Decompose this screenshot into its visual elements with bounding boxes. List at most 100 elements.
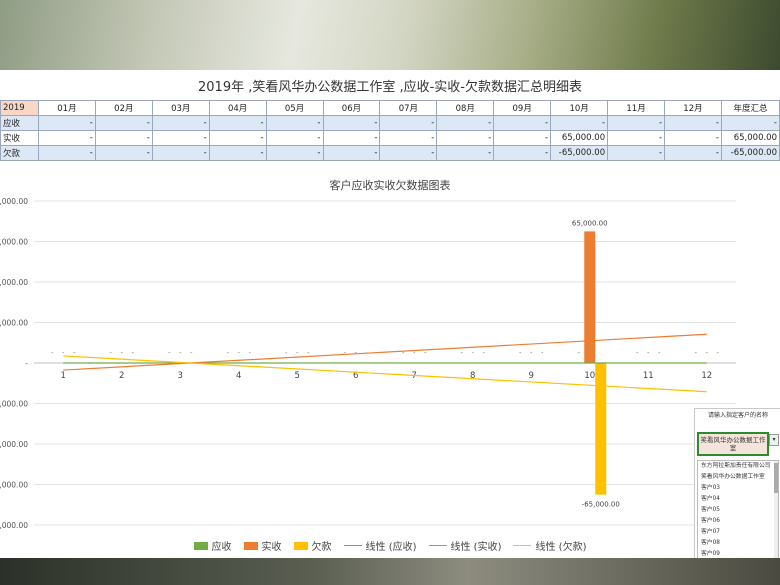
chevron-down-icon[interactable]: ▾ [769,434,779,446]
y-tick-label: -40,000.00 [0,440,28,449]
month-header[interactable]: 12月 [664,100,722,116]
table-cell[interactable]: - [379,145,438,161]
table-cell[interactable]: - [151,145,210,161]
month-header[interactable]: 04月 [208,100,267,116]
legend-item-arrears[interactable]: 欠款 [293,538,332,553]
table-cell[interactable]: - [322,130,381,146]
chart-title: 客户应收实收欠数据图表 [329,179,451,192]
zero-data-label: - [120,349,123,357]
table-cell[interactable]: 65,000.00 [550,130,609,146]
list-item[interactable]: 客户05 [698,505,778,516]
month-header[interactable]: 05月 [265,100,324,116]
month-header[interactable]: 03月 [151,100,210,116]
table-cell[interactable]: - [322,115,381,131]
row-label[interactable]: 应收 [0,115,39,131]
list-item[interactable]: 客户03 [698,483,778,494]
chart-plot[interactable]: -80,000.00-60,000.00-40,000.00-20,000.00… [0,195,780,535]
table-cell[interactable]: - [436,145,495,161]
list-item[interactable]: 客户06 [698,516,778,527]
list-item[interactable]: 东方阿拉斯加责任有限公司 [698,461,778,472]
month-header[interactable]: 06月 [322,100,381,116]
legend-line [428,545,447,546]
list-item[interactable]: 客户07 [698,527,778,538]
zero-data-label: - [705,349,708,357]
legend-item-trend-arrears[interactable]: 线性 (欠款) [513,538,586,553]
table-cell[interactable]: - [265,130,324,146]
customer-select[interactable]: 笑看风华办公数据工作室 ▾ [697,432,780,456]
zero-data-label: - [168,349,171,357]
zero-data-label: - [285,349,288,357]
table-cell[interactable]: - [493,130,552,146]
corner-cell[interactable]: 2019 [0,100,39,116]
table-cell[interactable]: - [94,130,153,146]
table-cell[interactable]: - [607,145,666,161]
table-cell[interactable]: - [208,130,267,146]
table-cell[interactable]: - [664,130,722,146]
zero-data-label: - [694,349,697,357]
legend-item-trend-receivable[interactable]: 线性 (应收) [343,538,417,553]
background-photo-bottom [0,558,780,585]
month-header[interactable]: 02月 [94,100,153,116]
table-cell[interactable]: - [664,115,722,131]
table-cell[interactable]: - [379,130,438,146]
table-cell[interactable]: - [436,130,495,146]
list-item[interactable]: 客户09 [698,549,778,558]
table-cell[interactable]: - [664,145,722,161]
legend-item-received[interactable]: 实收 [243,538,282,553]
table-cell[interactable]: - [37,115,96,131]
table-cell[interactable]: - [37,130,96,146]
table-cell[interactable]: - [436,115,495,131]
table-cell[interactable]: - [151,130,210,146]
month-header[interactable]: 01月 [37,100,96,116]
customer-selected-value[interactable]: 笑看风华办公数据工作室 [697,432,769,456]
table-cell[interactable]: - [208,145,267,161]
legend-swatch [193,541,208,550]
table-cell[interactable]: - [151,115,210,131]
list-item[interactable]: 客户04 [698,494,778,505]
options-scrollbar[interactable] [774,461,778,558]
month-header[interactable]: 07月 [379,100,438,116]
table-cell[interactable]: - [94,145,153,161]
list-item[interactable]: 笑看风华办公数据工作室 [698,472,778,483]
table-cell[interactable]: - [607,130,666,146]
x-tick-label: 2 [119,371,124,381]
table-cell[interactable]: - [607,115,666,131]
month-header[interactable]: 08月 [436,100,495,116]
table-cell[interactable]: - [37,145,96,161]
table-cell-total[interactable]: - [720,115,780,131]
zero-data-label: - [237,349,240,357]
table-row-receivable: 应收 - - - - - - - - - - - - - [0,115,780,131]
table-cell[interactable]: - [493,145,552,161]
row-label[interactable]: 实收 [0,130,39,146]
x-tick-label: 12 [701,371,712,381]
trendline [63,333,707,371]
zero-data-label: - [647,349,650,357]
list-item[interactable]: 客户08 [698,538,778,549]
month-header[interactable]: 09月 [493,100,552,116]
month-header[interactable]: 11月 [607,100,666,116]
table-cell[interactable]: - [322,145,381,161]
y-tick-label: 80,000.00 [0,197,28,206]
table-cell-total[interactable]: 65,000.00 [720,130,780,146]
table-cell[interactable]: - [493,115,552,131]
customer-options-list[interactable]: 东方阿拉斯加责任有限公司 笑看风华办公数据工作室 客户03 客户04 客户05 … [697,460,779,558]
month-header[interactable]: 10月 [550,100,609,116]
table-cell[interactable]: - [265,115,324,131]
legend-swatch [293,541,308,550]
legend-item-trend-received[interactable]: 线性 (实收) [428,538,501,553]
bar [595,363,607,495]
legend-item-receivable[interactable]: 应收 [193,538,232,553]
zero-data-label: - [577,349,580,357]
table-cell-total[interactable]: -65,000.00 [720,145,780,161]
zero-data-label: - [354,349,357,357]
table-cell[interactable]: - [265,145,324,161]
table-cell[interactable]: - [550,115,609,131]
total-header[interactable]: 年度汇总 [720,100,780,116]
zero-data-label: - [460,349,463,357]
table-cell[interactable]: - [94,115,153,131]
table-cell[interactable]: -65,000.00 [550,145,609,161]
row-label[interactable]: 欠款 [0,145,39,161]
table-cell[interactable]: - [379,115,438,131]
table-cell[interactable]: - [208,115,267,131]
scrollbar-thumb[interactable] [774,463,778,493]
